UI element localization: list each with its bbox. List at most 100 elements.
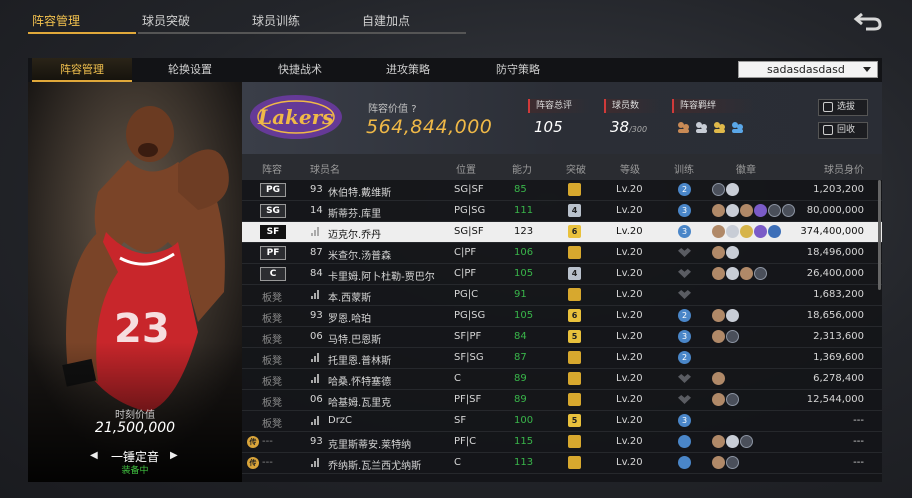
subtab-lineup[interactable]: 阵容管理	[32, 58, 132, 82]
player-ability: 100	[514, 415, 534, 426]
player-ability: 87	[514, 352, 527, 363]
jersey-number: 84	[310, 268, 323, 279]
table-body: PG 93 休伯特.戴维斯 SG|SF 85 Lv.20 2 1,203,200 SG 14 斯蒂芬…	[242, 180, 882, 474]
jersey-number: 06	[310, 331, 323, 342]
table-row[interactable]: 板凳 06 哈基姆.瓦里克 PF|SF 89 Lv.20 12,544,000	[242, 390, 882, 411]
help-icon[interactable]: ?	[411, 104, 416, 115]
training-icon: 3	[678, 225, 691, 238]
table-row[interactable]: 板凳 06 马特.巴恩斯 SF|PF 84 5 Lv.20 3 2,313,600	[242, 327, 882, 348]
badge-icon	[754, 225, 767, 238]
table-row[interactable]: C 84 卡里姆.阿卜杜勒-贾巴尔 C|PF 105 4 Lv.20 26,400,000	[242, 264, 882, 285]
lineup-slot: ---	[262, 436, 273, 447]
legend-icon: 传	[247, 457, 259, 469]
table-row[interactable]: PG 93 休伯特.戴维斯 SG|SF 85 Lv.20 2 1,203,200	[242, 180, 882, 201]
back-arrow-icon[interactable]	[852, 8, 884, 32]
team-logo: Lakers	[250, 95, 342, 139]
breakthrough-badge	[568, 372, 581, 385]
badge-icon	[740, 267, 753, 280]
lineup-slot: 板凳	[262, 293, 282, 304]
scrollbar[interactable]	[878, 180, 881, 290]
training-icon: 2	[678, 351, 691, 364]
player-level: Lv.20	[616, 352, 643, 363]
player-value: 374,400,000	[800, 226, 864, 237]
badge-list	[712, 204, 795, 217]
bond-label: 阵容羁绊	[672, 99, 754, 113]
player-ability: 89	[514, 373, 527, 384]
player-ability: 89	[514, 394, 527, 405]
top-tabs: 阵容管理 球员突破 球员训练 自建加点	[28, 8, 466, 34]
rank-icon	[311, 416, 319, 425]
tab-player-breakthrough[interactable]: 球员突破	[138, 8, 248, 34]
player-name: 马特.巴恩斯	[328, 335, 382, 346]
jersey-number: 14	[310, 205, 323, 216]
tab-custom-points[interactable]: 自建加点	[358, 8, 466, 34]
table-row[interactable]: 板凳 本.西蒙斯 PG|C 91 Lv.20 1,683,200	[242, 285, 882, 306]
player-position: SF|PF	[454, 331, 482, 342]
lineup-slot: C	[260, 267, 286, 281]
subtab-rotation[interactable]: 轮换设置	[140, 58, 240, 82]
players-count: 38/300	[610, 118, 648, 136]
player-level: Lv.20	[616, 205, 643, 216]
player-value: ---	[853, 415, 864, 426]
player-level: Lv.20	[616, 289, 643, 300]
badge-list	[712, 435, 753, 448]
col-level: 等级	[620, 165, 640, 176]
breakthrough-badge	[568, 351, 581, 364]
player-level: Lv.20	[616, 415, 643, 426]
select-button[interactable]: 选拔	[818, 99, 868, 116]
badge-icon	[726, 204, 739, 217]
table-row[interactable]: 板凳 哈桑.怀特塞德 C 89 Lv.20 6,278,400	[242, 369, 882, 390]
subtab-offense[interactable]: 进攻策略	[358, 58, 458, 82]
recycle-button[interactable]: 回收	[818, 122, 868, 139]
breakthrough-badge: 4	[568, 267, 581, 280]
player-card[interactable]: 23 时刻价值 21,500,000 ◀ 一锤定音 ▶ 装备中	[28, 82, 242, 482]
badge-icon	[712, 267, 725, 280]
badge-icon	[726, 225, 739, 238]
table-row[interactable]: PF 87 米查尔.汤普森 C|PF 106 Lv.20 18,496,000	[242, 243, 882, 264]
lineup-select[interactable]: sadasdasdasd	[738, 61, 878, 78]
badge-icon	[726, 246, 739, 259]
col-value: 球员身价	[824, 165, 864, 176]
badge-icon	[726, 309, 739, 322]
table-row[interactable]: 板凳 DrzC SF 100 5 Lv.20 3 ---	[242, 411, 882, 432]
badge-list	[712, 372, 725, 385]
player-value: 1,203,200	[813, 184, 864, 195]
table-row[interactable]: 板凳 托里恩.普林斯 SF|SG 87 Lv.20 2 1,369,600	[242, 348, 882, 369]
table-row[interactable]: SF 迈克尔.乔丹 SG|SF 123 6 Lv.20 3 374,400,000	[242, 222, 882, 243]
player-value: 1,369,600	[813, 352, 864, 363]
player-level: Lv.20	[616, 184, 643, 195]
subtab-quick-tactics[interactable]: 快捷战术	[250, 58, 350, 82]
badge-icon	[726, 183, 739, 196]
col-position: 位置	[456, 165, 476, 176]
training-icon	[678, 246, 691, 259]
player-ability: 106	[514, 247, 534, 258]
tab-lineup-management[interactable]: 阵容管理	[28, 8, 136, 34]
badge-icon	[754, 267, 767, 280]
badge-list	[712, 330, 739, 343]
bond-icons[interactable]	[676, 120, 745, 135]
next-arrow-icon[interactable]: ▶	[170, 450, 180, 461]
badge-icon	[712, 204, 725, 217]
table-row[interactable]: 传 --- 乔纳斯.瓦兰西尤纳斯 C 113 Lv.20 ---	[242, 453, 882, 474]
table-row[interactable]: 传 --- 93 克里斯蒂安.莱特纳 PF|C 115 Lv.20 ---	[242, 432, 882, 453]
table-row[interactable]: 板凳 93 罗恩.哈珀 PG|SG 105 6 Lv.20 2 18,656,000	[242, 306, 882, 327]
badge-icon	[768, 204, 781, 217]
table-row[interactable]: SG 14 斯蒂芬.库里 PG|SG 111 4 Lv.20 3 80,000,000	[242, 201, 882, 222]
subtab-defense[interactable]: 防守策略	[468, 58, 568, 82]
badge-icon	[740, 204, 753, 217]
player-level: Lv.20	[616, 436, 643, 447]
breakthrough-badge	[568, 393, 581, 406]
badge-icon	[726, 435, 739, 448]
player-level: Lv.20	[616, 331, 643, 342]
bond-icon	[694, 120, 709, 135]
player-name: 哈基姆.瓦里克	[328, 398, 392, 409]
player-ability: 111	[514, 205, 534, 216]
svg-text:Lakers: Lakers	[257, 105, 333, 129]
market-value-label: 时刻价值	[115, 410, 155, 421]
tab-player-training[interactable]: 球员训练	[248, 8, 358, 34]
bond-icon	[676, 120, 691, 135]
lineup-slot: 板凳	[262, 377, 282, 388]
lineup-slot: 板凳	[262, 356, 282, 367]
team-value: 564,844,000	[366, 116, 493, 138]
lineup-slot: 板凳	[262, 314, 282, 325]
